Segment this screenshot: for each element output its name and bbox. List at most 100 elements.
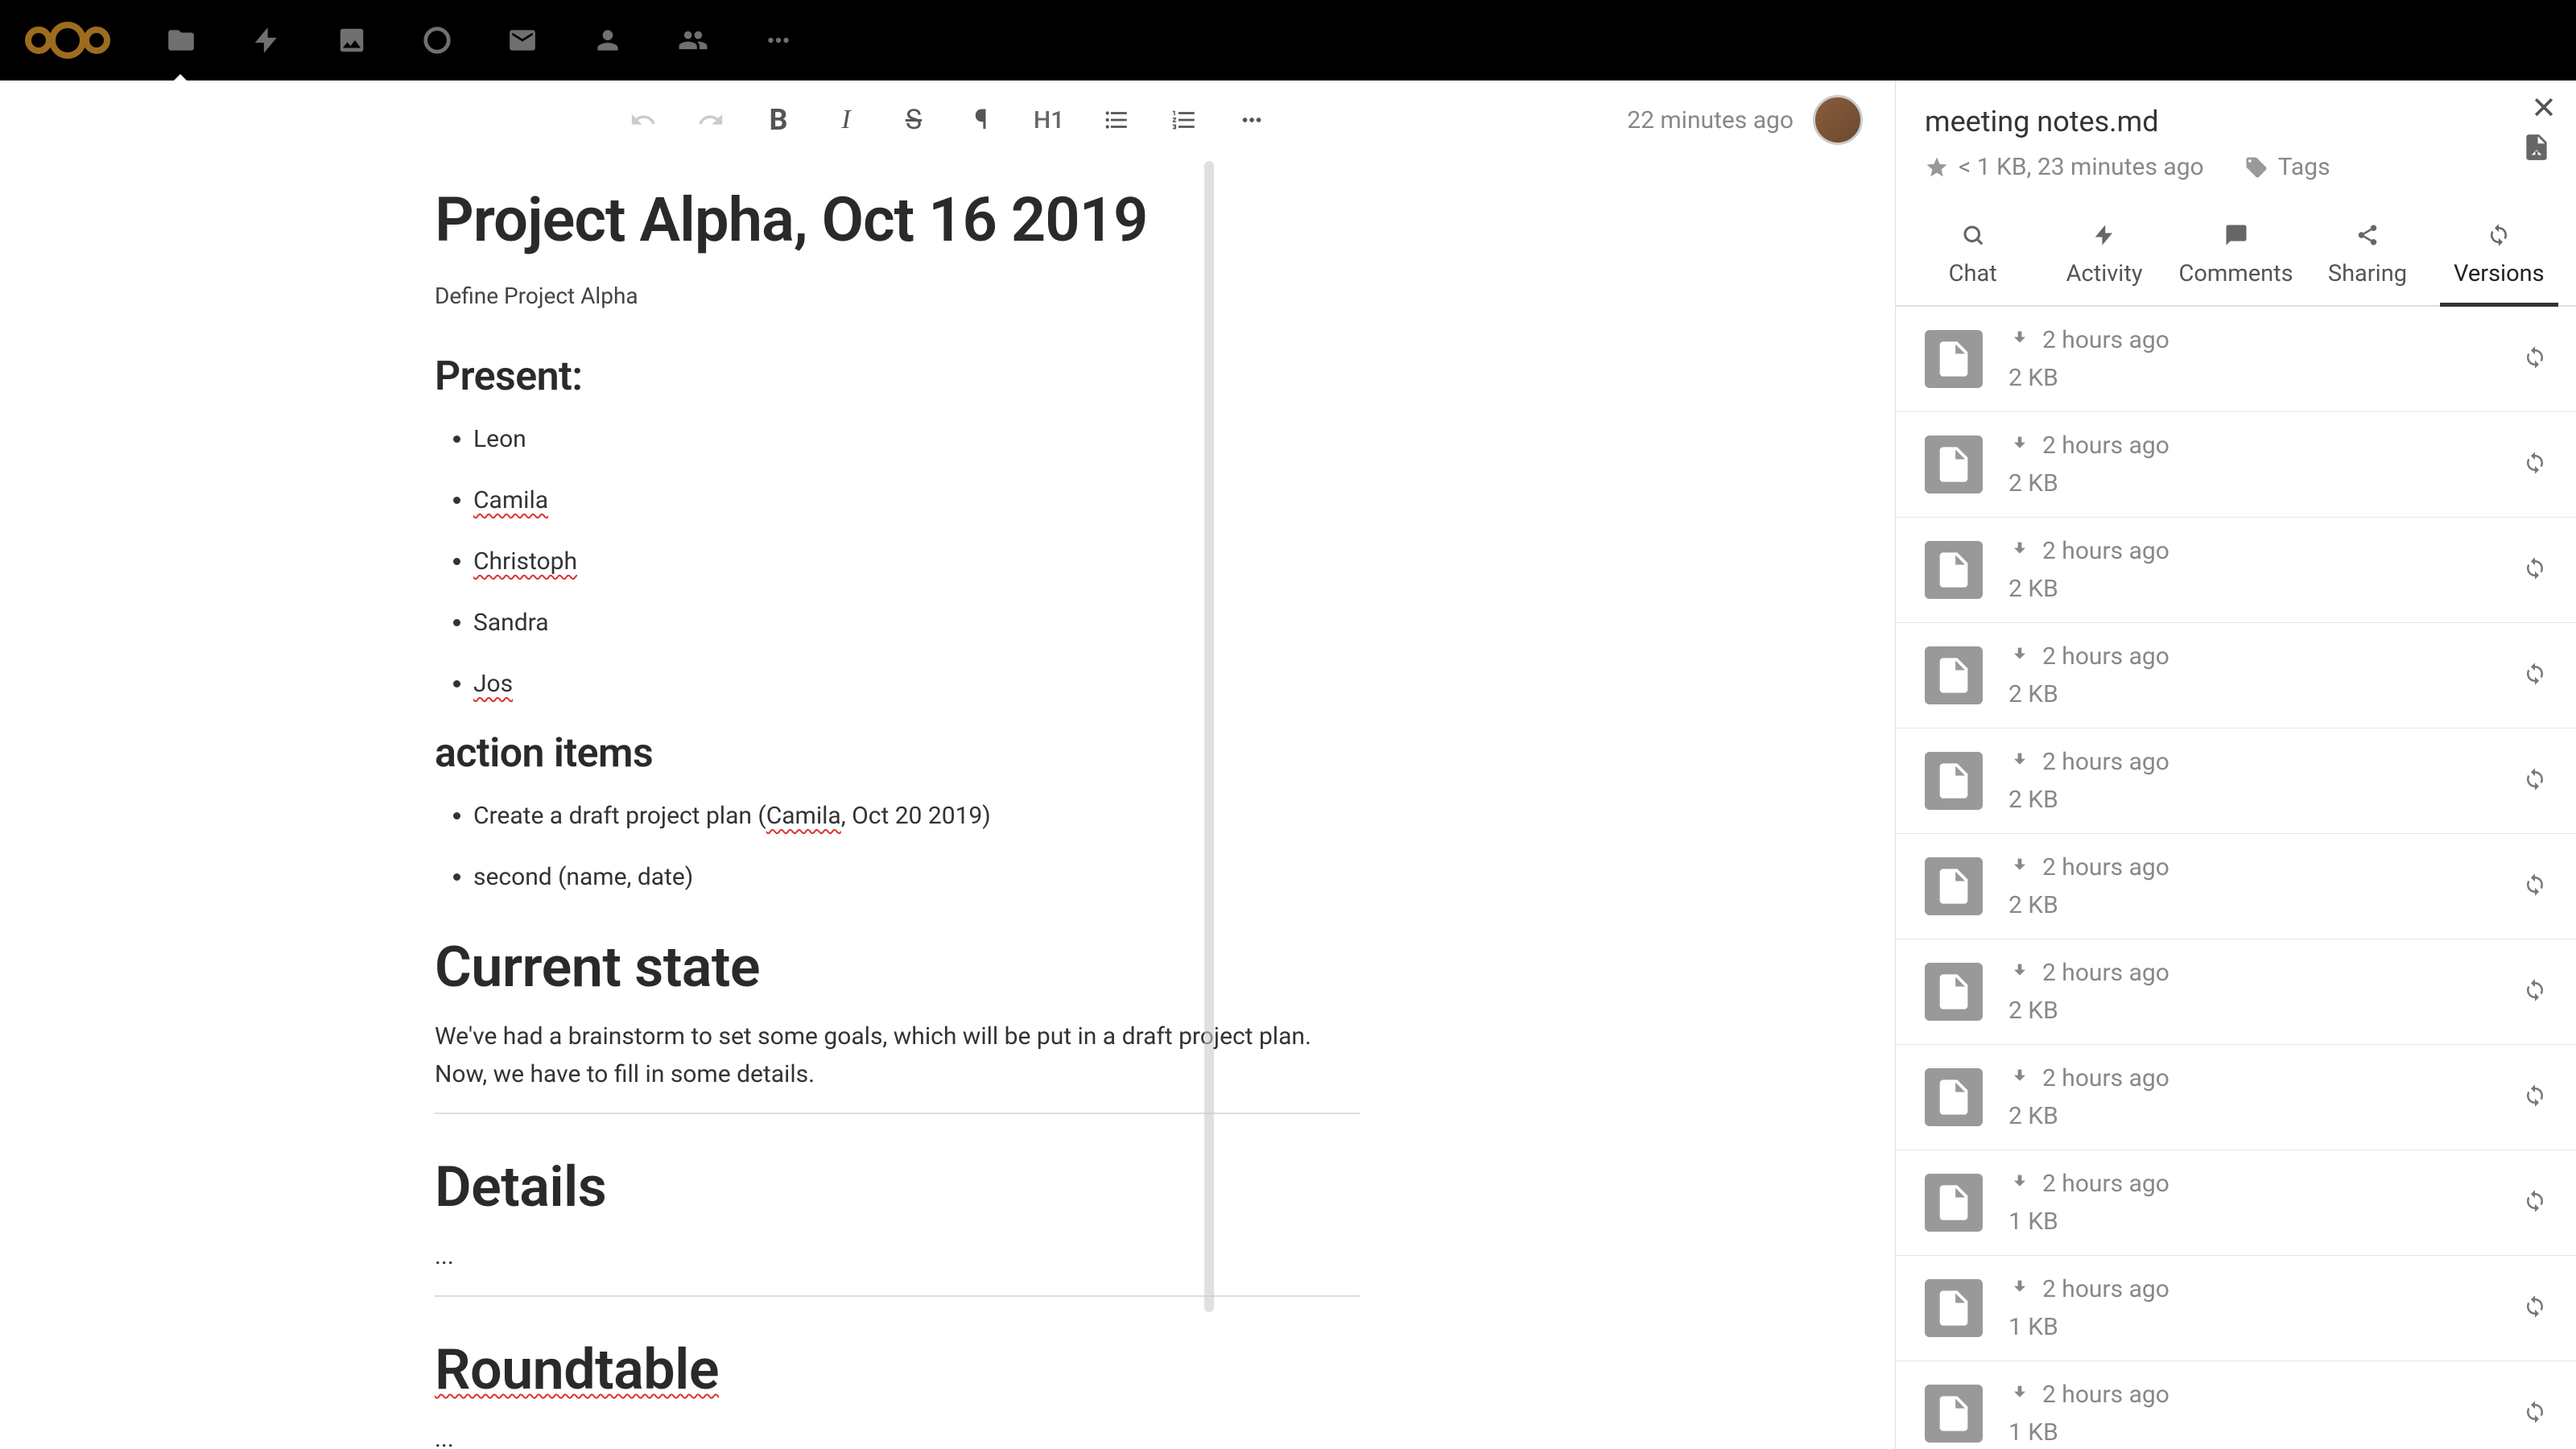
version-time: 2 hours ago bbox=[2042, 853, 2169, 881]
tab-sharing[interactable]: Sharing bbox=[2301, 212, 2433, 305]
tag-icon bbox=[2244, 155, 2268, 180]
divider bbox=[435, 1113, 1360, 1114]
redo-button[interactable] bbox=[695, 104, 727, 136]
restore-icon[interactable] bbox=[2523, 767, 2547, 795]
version-size: 2 KB bbox=[2008, 364, 2497, 392]
mail-icon[interactable] bbox=[506, 23, 539, 57]
restore-icon[interactable] bbox=[2523, 345, 2547, 373]
download-icon[interactable] bbox=[2008, 328, 2031, 353]
version-row[interactable]: 2 hours ago2 KB bbox=[1896, 412, 2576, 518]
restore-icon[interactable] bbox=[2523, 1084, 2547, 1111]
download-icon[interactable] bbox=[2008, 855, 2031, 881]
download-icon[interactable] bbox=[2008, 1382, 2031, 1408]
download-icon[interactable] bbox=[2008, 1277, 2031, 1302]
sharing-icon bbox=[2301, 223, 2433, 254]
restore-icon[interactable] bbox=[2523, 1189, 2547, 1216]
restore-icon[interactable] bbox=[2523, 556, 2547, 584]
tab-activity[interactable]: Activity bbox=[2038, 212, 2169, 305]
download-icon[interactable] bbox=[2008, 1171, 2031, 1197]
roundtable-heading[interactable]: Roundtable bbox=[435, 1337, 1360, 1403]
tab-versions[interactable]: Versions bbox=[2434, 212, 2565, 305]
close-icon[interactable]: ✕ bbox=[2531, 90, 2557, 126]
activity-icon[interactable] bbox=[250, 23, 283, 57]
file-icon bbox=[1925, 963, 1983, 1021]
circle-icon[interactable] bbox=[420, 23, 454, 57]
file-icon bbox=[1925, 1068, 1983, 1126]
present-heading[interactable]: Present: bbox=[435, 353, 1360, 400]
current-state-heading[interactable]: Current state bbox=[435, 935, 1360, 1001]
list-item[interactable]: second (name, date) bbox=[473, 861, 1360, 894]
action-items-list[interactable]: Create a draft project plan (Camila, Oct… bbox=[435, 799, 1360, 894]
file-icon bbox=[1925, 330, 1983, 388]
list-item[interactable]: Camila bbox=[473, 484, 1360, 518]
strikethrough-button[interactable]: S bbox=[898, 104, 930, 136]
scrollbar[interactable] bbox=[1204, 161, 1214, 1312]
version-row[interactable]: 2 hours ago2 KB bbox=[1896, 307, 2576, 412]
bold-button[interactable]: B bbox=[762, 104, 795, 136]
app-logo[interactable] bbox=[19, 20, 116, 60]
version-row[interactable]: 2 hours ago2 KB bbox=[1896, 518, 2576, 623]
more-formatting-button[interactable] bbox=[1236, 104, 1268, 136]
tab-comments[interactable]: Comments bbox=[2170, 212, 2301, 305]
ordered-list-button[interactable] bbox=[1168, 104, 1200, 136]
file-icon bbox=[1925, 1279, 1983, 1337]
restore-icon[interactable] bbox=[2523, 1400, 2547, 1427]
version-row[interactable]: 2 hours ago2 KB bbox=[1896, 623, 2576, 729]
download-icon[interactable] bbox=[2008, 539, 2031, 564]
file-icon bbox=[1925, 646, 1983, 704]
action-items-heading[interactable]: action items bbox=[435, 730, 1360, 777]
tags-button[interactable]: Tags bbox=[2244, 153, 2330, 181]
restore-icon[interactable] bbox=[2523, 662, 2547, 689]
tab-chat[interactable]: Chat bbox=[1907, 212, 2038, 305]
attendee-list[interactable]: Leon Camila Christoph Sandra Jos bbox=[435, 423, 1360, 701]
version-row[interactable]: 2 hours ago2 KB bbox=[1896, 729, 2576, 834]
activity-tab-icon bbox=[2038, 223, 2169, 254]
download-icon[interactable] bbox=[2008, 1066, 2031, 1092]
download-icon[interactable] bbox=[2008, 433, 2031, 459]
bullet-list-button[interactable] bbox=[1100, 104, 1133, 136]
current-state-body[interactable]: We've had a brainstorm to set some goals… bbox=[435, 1018, 1360, 1093]
more-apps-icon[interactable] bbox=[762, 23, 795, 57]
details-heading[interactable]: Details bbox=[435, 1154, 1360, 1220]
file-icon bbox=[1925, 1174, 1983, 1232]
file-icon bbox=[1925, 541, 1983, 599]
version-time: 2 hours ago bbox=[2042, 537, 2169, 565]
version-row[interactable]: 2 hours ago1 KB bbox=[1896, 1150, 2576, 1256]
version-row[interactable]: 2 hours ago1 KB bbox=[1896, 1256, 2576, 1361]
restore-icon[interactable] bbox=[2523, 873, 2547, 900]
download-icon[interactable] bbox=[2008, 960, 2031, 986]
details-body[interactable]: ... bbox=[435, 1238, 1360, 1276]
divider bbox=[435, 1295, 1360, 1297]
avatar[interactable] bbox=[1813, 95, 1863, 145]
heading-button[interactable]: H1 bbox=[1033, 104, 1065, 136]
version-size: 2 KB bbox=[2008, 680, 2497, 708]
contacts-icon[interactable] bbox=[591, 23, 625, 57]
version-row[interactable]: 2 hours ago2 KB bbox=[1896, 1045, 2576, 1150]
doc-title[interactable]: Project Alpha, Oct 16 2019 bbox=[435, 184, 1360, 256]
file-icon bbox=[1925, 436, 1983, 493]
group-icon[interactable] bbox=[676, 23, 710, 57]
restore-icon[interactable] bbox=[2523, 978, 2547, 1005]
doc-subtitle[interactable]: Define Project Alpha bbox=[435, 279, 1360, 313]
list-item[interactable]: Jos bbox=[473, 667, 1360, 701]
version-row[interactable]: 2 hours ago1 KB bbox=[1896, 1361, 2576, 1449]
restore-icon[interactable] bbox=[2523, 451, 2547, 478]
list-item[interactable]: Christoph bbox=[473, 545, 1360, 579]
paragraph-button[interactable]: ¶ bbox=[965, 104, 997, 136]
version-time: 2 hours ago bbox=[2042, 1170, 2169, 1198]
list-item[interactable]: Leon bbox=[473, 423, 1360, 456]
restore-icon[interactable] bbox=[2523, 1294, 2547, 1322]
download-icon[interactable] bbox=[2008, 749, 2031, 775]
files-icon[interactable] bbox=[164, 23, 198, 57]
italic-button[interactable]: I bbox=[830, 104, 862, 136]
list-item[interactable]: Create a draft project plan (Camila, Oct… bbox=[473, 799, 1360, 833]
download-icon[interactable] bbox=[2008, 644, 2031, 670]
undo-button[interactable] bbox=[627, 104, 659, 136]
gallery-icon[interactable] bbox=[335, 23, 369, 57]
share-file-icon[interactable] bbox=[2521, 132, 2552, 166]
version-row[interactable]: 2 hours ago2 KB bbox=[1896, 834, 2576, 939]
roundtable-body[interactable]: ... bbox=[435, 1421, 1360, 1449]
favorite-toggle[interactable]: < 1 KB, 23 minutes ago bbox=[1925, 153, 2204, 181]
version-row[interactable]: 2 hours ago2 KB bbox=[1896, 939, 2576, 1045]
list-item[interactable]: Sandra bbox=[473, 606, 1360, 640]
